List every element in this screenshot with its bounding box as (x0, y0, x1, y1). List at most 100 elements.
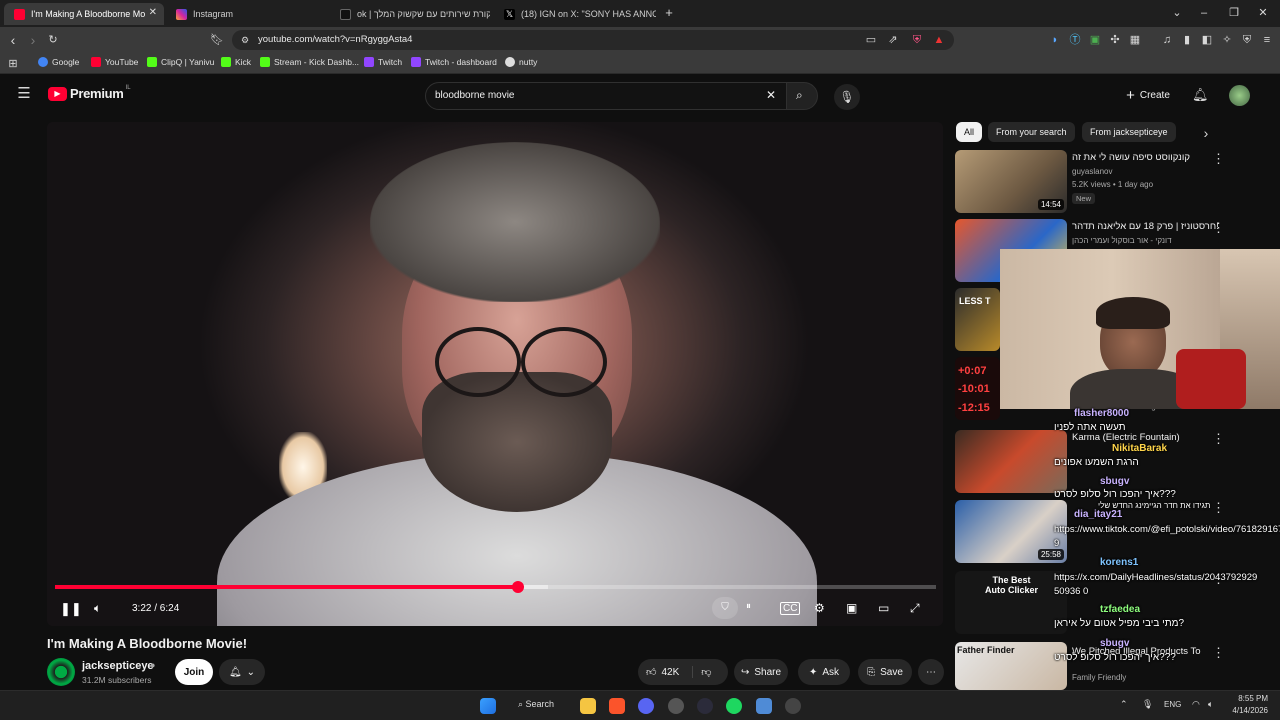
recommended-thumbnail[interactable]: The Best Auto Clicker (955, 571, 1067, 634)
settings-gear-icon[interactable]: ⚙ (814, 601, 825, 615)
tab-tiktok[interactable]: ok | ביקורת שירותים עם שקשוק המלך (330, 3, 490, 25)
tray-overflow-icon[interactable]: ⌃ (1120, 699, 1128, 710)
volume-icon[interactable]: 🔈︎ (94, 601, 101, 616)
menu-icon[interactable]: ≡ (1260, 33, 1274, 47)
avatar[interactable] (1229, 85, 1250, 106)
extension-icon[interactable]: ▦ (1128, 33, 1142, 47)
tab-instagram[interactable]: Instagram (166, 3, 326, 25)
wallet-icon[interactable]: ◧ (1200, 33, 1214, 47)
clock-time[interactable]: 8:55 PM (1232, 694, 1268, 703)
forward-icon[interactable]: › (26, 33, 40, 47)
recommended-thumbnail[interactable] (955, 430, 1067, 493)
clock-date[interactable]: 4/14/2026 (1224, 706, 1268, 715)
bookmark-google[interactable]: Google (38, 57, 79, 67)
more-options-icon[interactable]: ⋮ (1212, 645, 1225, 661)
bookmark-kick[interactable]: Kick (221, 57, 251, 67)
bookmark-nutty[interactable]: nutty (505, 57, 537, 67)
vpn-icon[interactable]: ⛨ (1240, 33, 1254, 47)
taskbar-search[interactable]: ⌕ Search (518, 699, 554, 710)
shield-icon[interactable]: ⛨ (910, 33, 924, 47)
search-button[interactable]: ⌕ (786, 82, 818, 110)
recommended-thumbnail[interactable]: Father Finder (955, 642, 1067, 690)
volume-icon[interactable]: 🔈︎ (1208, 699, 1213, 710)
discord-icon[interactable] (638, 698, 654, 714)
file-explorer-icon[interactable] (580, 698, 596, 714)
subscribed-bell-button[interactable]: 🔔︎ ⌄ (219, 659, 265, 685)
recommended-title[interactable]: Karma (Electric Fountain) (1072, 432, 1180, 443)
share-button[interactable]: ↪ Share (734, 659, 788, 685)
bookmark-youtube[interactable]: YouTube (91, 57, 138, 67)
recommended-thumbnail[interactable]: +0:07 -10:01 -12:15 (955, 357, 1000, 420)
site-info-icon[interactable]: ⚙ (238, 33, 252, 47)
cast-icon[interactable]: ▭ (878, 601, 889, 615)
join-button[interactable]: Join (175, 659, 213, 685)
share-page-icon[interactable]: ⇗ (886, 33, 900, 47)
bookmark-clipq[interactable]: ClipQ | Yanivu (147, 57, 214, 67)
ask-button[interactable]: ✦ Ask (798, 659, 850, 685)
extension-icon[interactable]: ◗ (1048, 33, 1062, 47)
start-icon[interactable] (480, 698, 496, 714)
youtube-logo[interactable]: ▶ Premium IL (48, 85, 131, 101)
save-button[interactable]: ⎘ Save (858, 659, 912, 685)
obs-icon[interactable] (668, 698, 684, 714)
autoplay-toggle[interactable]: ⏸︎ (746, 601, 751, 612)
more-options-icon[interactable]: ⋮ (1212, 220, 1225, 236)
more-actions-icon[interactable]: ⋯ (918, 659, 944, 685)
recommended-title[interactable]: חרסטוניז | פרק 18 עם אליאנה תדהר! (1072, 221, 1219, 232)
leo-ai-icon[interactable]: ✧ (1220, 33, 1234, 47)
channel-avatar[interactable] (47, 658, 75, 686)
minimize-icon[interactable]: – (1197, 6, 1211, 20)
recommended-thumbnail[interactable]: 14:54 (955, 150, 1067, 213)
tab-search-chevron-icon[interactable]: ⌄ (1170, 6, 1184, 20)
chip-next-icon[interactable]: › (1199, 126, 1213, 140)
chip-all[interactable]: All (956, 122, 983, 142)
pause-button[interactable]: ❚❚ (60, 601, 82, 617)
restore-icon[interactable]: ❐ (1227, 6, 1241, 20)
app-icon[interactable] (756, 698, 772, 714)
recommended-title[interactable]: קונקווסט סיפה עושה לי את זה (1072, 152, 1190, 163)
rewards-icon[interactable]: ▲ (932, 33, 946, 47)
chip-from-your-search[interactable]: From your search (988, 122, 1075, 142)
create-button[interactable]: + Create (1118, 82, 1178, 108)
address-field[interactable]: ⚙ youtube.com/watch?v=nRgyggAsta4 (232, 30, 954, 50)
captions-button[interactable]: CC (780, 602, 801, 615)
new-tab-button[interactable]: + (662, 6, 676, 20)
seek-bar[interactable] (55, 581, 936, 593)
chip-from-channel[interactable]: From jacksepticeye (1082, 122, 1176, 142)
sponsor-block-icon[interactable]: ⛉ (712, 597, 738, 619)
close-tab-icon[interactable]: ✕ (149, 7, 157, 18)
app-icon[interactable] (785, 698, 801, 714)
sidebar-icon[interactable]: ▮ (1180, 33, 1194, 47)
microphone-icon[interactable]: 🎙︎ (1142, 699, 1153, 710)
tab-x[interactable]: 𝕏 (18) IGN on X: "SONY HAS ANNOUN (494, 3, 656, 25)
back-icon[interactable]: ‹ (6, 33, 20, 47)
wifi-icon[interactable]: ◠ (1192, 699, 1200, 710)
more-options-icon[interactable]: ⋮ (1212, 500, 1225, 516)
app-icon[interactable] (697, 698, 713, 714)
miniplayer-icon[interactable]: ▣ (846, 601, 857, 615)
bookmark-twitch-dashboard[interactable]: Twitch - dashboard (411, 57, 497, 67)
extension-icon[interactable]: ▣ (1088, 33, 1102, 47)
guide-menu-icon[interactable]: ☰ (16, 86, 32, 101)
extensions-puzzle-icon[interactable]: ✣ (1108, 33, 1122, 47)
apps-grid-icon[interactable]: ⊞ (6, 57, 20, 71)
spotify-icon[interactable] (726, 698, 742, 714)
reload-icon[interactable]: ↻ (46, 33, 60, 47)
bookmark-kick-dashboard[interactable]: Stream - Kick Dashb... (260, 57, 359, 67)
bookmark-icon[interactable]: 🔖︎ (210, 33, 224, 47)
recommended-thumbnail[interactable]: 25:58 (955, 500, 1067, 563)
more-options-icon[interactable]: ⋮ (1212, 431, 1225, 447)
bookmark-twitch[interactable]: Twitch (364, 57, 402, 67)
like-button[interactable]: 👍︎ 42K 👎︎ (638, 659, 728, 685)
language-indicator[interactable]: ENG (1164, 700, 1181, 709)
close-window-icon[interactable]: ✕ (1256, 6, 1270, 20)
search-input[interactable]: bloodborne movie ✕ (425, 82, 787, 110)
thumbs-down-icon[interactable]: 👎︎ (692, 666, 711, 678)
channel-name[interactable]: jacksepticeye (82, 660, 154, 672)
fullscreen-icon[interactable]: ⤢ (910, 601, 920, 616)
extension-icon[interactable]: Ⓣ (1068, 33, 1082, 47)
brave-browser-icon[interactable] (609, 698, 625, 714)
media-icon[interactable]: ♫ (1160, 33, 1174, 47)
voice-search-icon[interactable]: 🎙︎ (834, 84, 860, 110)
video-player[interactable] (47, 122, 943, 626)
